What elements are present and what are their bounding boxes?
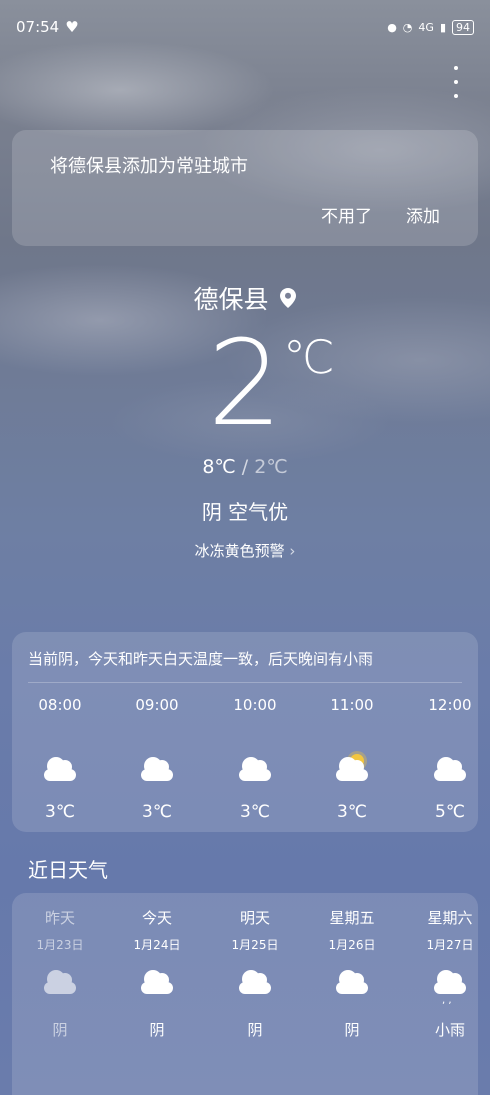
day-date: 1月23日: [36, 938, 84, 952]
day-label: 星期六: [427, 909, 473, 927]
banner-actions: 不用了 添加: [321, 202, 440, 227]
low-temp: 2℃: [254, 456, 288, 478]
hourly-forecast-card: 当前阴，今天和昨天白天温度一致，后天晚间有小雨 08:00 3℃ 09:00 3…: [12, 632, 478, 832]
chevron-right-icon: ›: [289, 542, 296, 560]
hour-time: 08:00: [38, 696, 82, 714]
temperature-unit: ℃: [283, 330, 335, 384]
day-date: 1月24日: [133, 938, 181, 952]
cloud-icon: [225, 752, 285, 792]
hour-time: 12:00: [428, 696, 472, 714]
network-label: 4G: [418, 20, 434, 34]
day-condition: 小雨: [434, 1021, 465, 1039]
day-date: 1月27日: [426, 938, 474, 952]
day-condition: 阴: [247, 1021, 263, 1039]
partly-sunny-icon: [322, 752, 382, 792]
hourly-item: 10:00 3℃: [225, 696, 285, 822]
hourly-item: 12:00 5℃: [420, 696, 480, 822]
cloud-icon: [30, 752, 90, 792]
more-menu-button[interactable]: [450, 66, 462, 98]
hour-temp: 3℃: [337, 802, 367, 822]
day-condition: 阴: [149, 1021, 165, 1039]
section-title: 近日天气: [28, 858, 108, 882]
daily-item[interactable]: 今天 1月24日 阴: [122, 907, 192, 1040]
hour-temp: 5℃: [435, 802, 465, 822]
day-label: 昨天: [44, 909, 75, 927]
dismiss-button[interactable]: 不用了: [321, 202, 372, 227]
cloud-icon: [127, 752, 187, 792]
forecast-summary: 当前阴，今天和昨天白天温度一致，后天晚间有小雨: [28, 650, 374, 668]
temperature-value: 2: [207, 314, 283, 452]
hourly-item: 11:00 3℃: [322, 696, 382, 822]
daily-forecast-card: 昨天 1月23日 阴 今天 1月24日 阴 明天 1月25日 阴 星期五 1月2…: [12, 893, 478, 1095]
heart-icon: ♥: [65, 18, 79, 36]
day-label: 今天: [141, 909, 172, 927]
high-temp: 8℃: [202, 456, 236, 478]
signal-icon: ▮: [439, 20, 446, 34]
current-temperature: 2 ℃: [0, 318, 490, 448]
city-header[interactable]: 德保县: [0, 280, 490, 316]
day-label: 明天: [239, 909, 270, 927]
day-condition: 阴: [52, 1021, 68, 1039]
dot-icon: [454, 66, 458, 70]
add-city-button[interactable]: 添加: [406, 202, 440, 227]
status-right: ● ◔ 4G ▮ 94: [387, 19, 474, 35]
day-label: 星期五: [329, 909, 375, 927]
warning-text: 冰冻黄色预警: [194, 542, 285, 560]
divider: [28, 682, 462, 683]
city-name: 德保县: [193, 285, 269, 314]
location-icon: ●: [387, 20, 397, 34]
hour-time: 09:00: [135, 696, 179, 714]
daily-item[interactable]: 星期五 1月26日 阴: [317, 907, 387, 1040]
cloud-icon: [220, 965, 290, 1005]
hourly-item: 09:00 3℃: [127, 696, 187, 822]
weather-warning[interactable]: 冰冻黄色预警 ›: [0, 540, 490, 561]
hour-time: 10:00: [233, 696, 277, 714]
status-time: 07:54: [16, 18, 60, 36]
hour-time: 11:00: [330, 696, 374, 714]
condition-text: 阴: [201, 500, 222, 524]
range-separator: /: [241, 456, 255, 478]
wifi-icon: ◔: [402, 20, 413, 34]
dot-icon: [454, 94, 458, 98]
status-bar: 07:54 ♥ ● ◔ 4G ▮ 94: [0, 0, 490, 54]
daily-item[interactable]: 星期六 1月27日 , , 小雨: [415, 907, 485, 1040]
daily-item[interactable]: 昨天 1月23日 阴: [25, 907, 95, 1040]
hour-temp: 3℃: [45, 802, 75, 822]
dot-icon: [454, 80, 458, 84]
hour-temp: 3℃: [240, 802, 270, 822]
rain-icon: , ,: [415, 965, 485, 1006]
air-quality-text[interactable]: 空气优: [228, 500, 288, 524]
battery-indicator: 94: [452, 19, 474, 35]
add-city-banner: 将德保县添加为常驻城市 不用了 添加: [12, 130, 478, 246]
hourly-item: 08:00 3℃: [30, 696, 90, 822]
status-left: 07:54 ♥: [16, 18, 79, 36]
daily-item[interactable]: 明天 1月25日 阴: [220, 907, 290, 1040]
day-date: 1月26日: [328, 938, 376, 952]
cloud-icon: [317, 965, 387, 1005]
location-pin-icon: [279, 288, 296, 308]
cloud-icon: [122, 965, 192, 1005]
temperature-range: 8℃ / 2℃: [0, 456, 490, 478]
cloud-icon: [25, 965, 95, 1005]
banner-message: 将德保县添加为常驻城市: [50, 156, 248, 177]
cloud-icon: [420, 752, 480, 792]
day-date: 1月25日: [231, 938, 279, 952]
day-condition: 阴: [344, 1021, 360, 1039]
hour-temp: 3℃: [142, 802, 172, 822]
current-condition: 阴 空气优: [0, 496, 490, 525]
